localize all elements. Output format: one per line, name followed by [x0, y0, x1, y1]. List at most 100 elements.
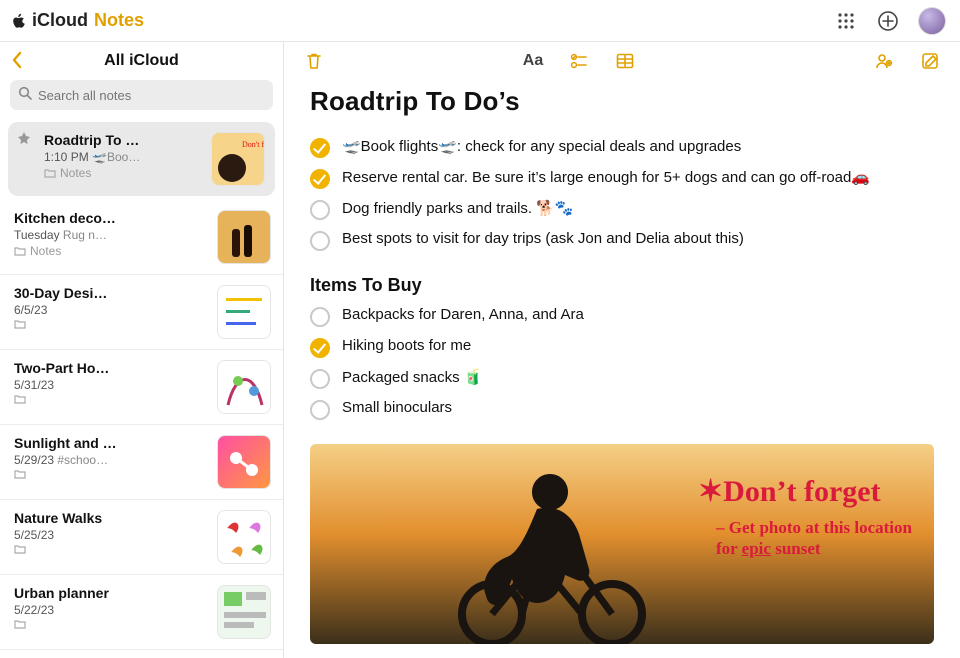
brand-icloud: iCloud — [32, 10, 88, 31]
handwriting-line2c: sunset — [771, 539, 821, 558]
handwriting-line2b: epic — [742, 539, 771, 558]
top-bar: iCloud Notes — [0, 0, 960, 42]
checklist-text[interactable]: Dog friendly parks and trails. 🐕🐾 — [342, 199, 574, 217]
checklist-text[interactable]: Reserve rental car. Be sure it’s large e… — [342, 168, 870, 186]
handwriting-line2a: for — [716, 539, 742, 558]
note-subline: 5/31/23 — [14, 378, 207, 392]
checklist-text[interactable]: 🛫Book flights🛫: check for any special de… — [342, 137, 741, 155]
note-folder — [14, 319, 207, 329]
search-input[interactable] — [38, 88, 265, 103]
note-thumbnail: Don't forg — [211, 132, 265, 186]
svg-text:Don't forg: Don't forg — [242, 140, 265, 149]
note-list-item[interactable]: Urban planner 5/22/23 — [0, 575, 283, 650]
trash-icon[interactable] — [302, 49, 326, 73]
sidebar-title: All iCloud — [104, 52, 179, 70]
note-folder — [14, 394, 207, 404]
back-icon[interactable] — [10, 50, 24, 75]
table-icon[interactable] — [613, 49, 637, 73]
folder-icon — [14, 469, 26, 479]
sidebar-header: All iCloud — [0, 42, 283, 80]
note-thumbnail — [217, 285, 271, 339]
sidebar: All iCloud Roadtrip To … 1:10 PM 🛫Boo… N… — [0, 42, 284, 658]
checklist-bullet[interactable] — [310, 338, 330, 358]
search-field[interactable] — [10, 80, 273, 110]
pin-icon — [18, 132, 30, 186]
checklist-text[interactable]: Packaged snacks 🧃 — [342, 368, 482, 386]
note-list-item[interactable]: Nature Walks 5/25/23 — [0, 500, 283, 575]
brand-notes: Notes — [94, 10, 144, 31]
note-folder — [14, 469, 207, 479]
note-list-item[interactable]: 30-Day Desi… 6/5/23 — [0, 275, 283, 350]
folder-icon — [14, 394, 26, 404]
apple-logo-icon — [10, 13, 26, 29]
note-list-item[interactable]: Two-Part Ho… 5/31/23 — [0, 350, 283, 425]
note-subline: Tuesday Rug n… — [14, 228, 207, 242]
app-grid-icon[interactable] — [834, 9, 858, 33]
note-subline: 6/5/23 — [14, 303, 207, 317]
note-folder: Notes — [14, 244, 207, 258]
note-thumbnail — [217, 210, 271, 264]
checklist-row[interactable]: 🛫Book flights🛫: check for any special de… — [310, 137, 934, 158]
checklist-icon[interactable] — [567, 49, 591, 73]
note-list: Roadtrip To … 1:10 PM 🛫Boo… Notes Don't … — [0, 118, 283, 658]
checklist-text[interactable]: Backpacks for Daren, Anna, and Ara — [342, 306, 584, 323]
note-thumbnail — [217, 435, 271, 489]
checklist-text[interactable]: Small binoculars — [342, 399, 452, 416]
note-title-preview: 30-Day Desi… — [14, 285, 207, 301]
note-title-preview: Roadtrip To … — [44, 132, 201, 148]
avatar[interactable] — [918, 7, 946, 35]
folder-icon — [44, 168, 56, 178]
note-title-preview: Sunlight and … — [14, 435, 207, 451]
collaborate-icon[interactable] — [872, 49, 896, 73]
handwriting-annotation: ✶Don’t forget – Get photo at this locati… — [698, 474, 912, 560]
handwriting-title: ✶Don’t forget — [698, 474, 912, 509]
checklist-row[interactable]: Best spots to visit for day trips (ask J… — [310, 230, 934, 251]
note-attached-image[interactable]: ✶Don’t forget – Get photo at this locati… — [310, 444, 934, 644]
checklist-text[interactable]: Best spots to visit for day trips (ask J… — [342, 230, 744, 247]
checklist-bullet[interactable] — [310, 231, 330, 251]
note-folder — [14, 544, 207, 554]
checklist-row[interactable]: Packaged snacks 🧃 — [310, 368, 934, 389]
folder-icon — [14, 544, 26, 554]
note-title-preview: Urban planner — [14, 585, 207, 601]
checklist-bullet[interactable] — [310, 400, 330, 420]
note-title-preview: Kitchen deco… — [14, 210, 207, 226]
checklist-row[interactable]: Backpacks for Daren, Anna, and Ara — [310, 306, 934, 327]
note-subline: 5/25/23 — [14, 528, 207, 542]
format-text-icon[interactable]: Aa — [521, 49, 545, 73]
note-title-preview: Nature Walks — [14, 510, 207, 526]
note-list-item[interactable]: Roadtrip To … 1:10 PM 🛫Boo… Notes Don't … — [8, 122, 275, 196]
note-list-item[interactable]: Kitchen deco… Tuesday Rug n… Notes — [0, 200, 283, 275]
checklist-bullet[interactable] — [310, 200, 330, 220]
checklist-bullet[interactable] — [310, 169, 330, 189]
note-list-item[interactable]: Monday Mor — [0, 650, 283, 658]
compose-icon[interactable] — [918, 49, 942, 73]
search-icon — [18, 86, 32, 105]
note-folder: Notes — [44, 166, 201, 180]
folder-icon — [14, 619, 26, 629]
checklist-bullet[interactable] — [310, 307, 330, 327]
note-subline: 5/22/23 — [14, 603, 207, 617]
folder-icon — [14, 246, 26, 256]
checklist-text[interactable]: Hiking boots for me — [342, 337, 471, 354]
todo-list: 🛫Book flights🛫: check for any special de… — [310, 137, 934, 251]
checklist-row[interactable]: Dog friendly parks and trails. 🐕🐾 — [310, 199, 934, 220]
checklist-bullet[interactable] — [310, 369, 330, 389]
note-thumbnail — [217, 360, 271, 414]
note-title[interactable]: Roadtrip To Do’s — [310, 86, 934, 117]
note-list-item[interactable]: Sunlight and … 5/29/23 #schoo… — [0, 425, 283, 500]
note-thumbnail — [217, 510, 271, 564]
checklist-row[interactable]: Hiking boots for me — [310, 337, 934, 358]
note-subline: 5/29/23 #schoo… — [14, 453, 207, 467]
checklist-row[interactable]: Reserve rental car. Be sure it’s large e… — [310, 168, 934, 189]
note-thumbnail — [217, 585, 271, 639]
note-toolbar: Aa — [284, 42, 960, 80]
note-body[interactable]: Roadtrip To Do’s 🛫Book flights🛫: check f… — [284, 80, 960, 658]
items-list: Backpacks for Daren, Anna, and Ara Hiking… — [310, 306, 934, 420]
items-subheader[interactable]: Items To Buy — [310, 275, 934, 296]
folder-icon — [14, 319, 26, 329]
note-folder — [14, 619, 207, 629]
checklist-bullet[interactable] — [310, 138, 330, 158]
checklist-row[interactable]: Small binoculars — [310, 399, 934, 420]
add-icon[interactable] — [876, 9, 900, 33]
